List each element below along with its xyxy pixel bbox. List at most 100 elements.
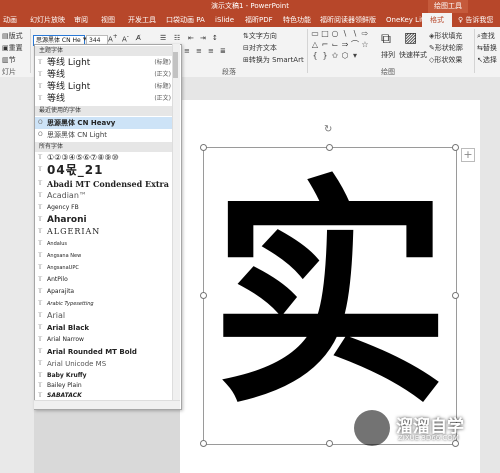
quick-styles-label[interactable]: 快速样式: [399, 50, 427, 60]
clear-format-icon[interactable]: A̸: [136, 34, 141, 42]
increase-indent-icon[interactable]: ⇥: [200, 34, 206, 42]
resize-handle-ml[interactable]: [200, 292, 207, 299]
tab-format[interactable]: 格式: [422, 13, 452, 27]
font-item[interactable]: 𝕋 Abadi MT Condensed Extra Bold: [35, 178, 173, 190]
decrease-indent-icon[interactable]: ⇤: [188, 34, 194, 42]
line-shape-icon[interactable]: \: [341, 30, 349, 38]
increase-font-icon[interactable]: A+: [108, 34, 118, 43]
tab-pocket-animation[interactable]: 口袋动画 PA: [166, 13, 205, 27]
arrow-shape-icon[interactable]: ⇨: [361, 30, 369, 38]
star-shape-icon[interactable]: ☆: [361, 41, 369, 49]
font-item[interactable]: 𝕋 ①②③④⑤⑥⑦⑧⑨⑩: [35, 152, 173, 164]
font-item-highlighted[interactable]: O 思源黑体 CN Heavy: [35, 117, 173, 129]
font-item[interactable]: 𝕋 ALGERIAN: [35, 226, 173, 238]
resize-handle-mr[interactable]: [452, 292, 459, 299]
layout-button[interactable]: ▤版式: [2, 31, 23, 41]
hexagon-shape-icon[interactable]: ⬡: [341, 52, 349, 60]
font-item[interactable]: 𝕋 AngsanaUPC: [35, 262, 173, 274]
font-item[interactable]: 𝕋 Arial Black: [35, 322, 173, 334]
font-item[interactable]: 𝕋 等线 Light (标题): [35, 81, 173, 93]
truetype-icon: 𝕋: [38, 240, 43, 247]
slide-thumbnails-panel[interactable]: [0, 77, 34, 473]
font-item[interactable]: 𝕋 Aparajita: [35, 286, 173, 298]
bullets-icon[interactable]: ☰: [160, 34, 166, 42]
more-shapes-icon[interactable]: ▾: [351, 52, 359, 60]
text-direction-button[interactable]: ⇅文字方向: [243, 31, 277, 41]
resize-handle-bc[interactable]: [326, 440, 333, 447]
tab-animations[interactable]: 动画: [3, 13, 17, 27]
font-item[interactable]: 𝕋 Arial Unicode MS: [35, 358, 173, 370]
align-left-icon[interactable]: ≡: [184, 47, 190, 55]
tab-features[interactable]: 特色功能: [283, 13, 311, 27]
dropdown-scrollbar[interactable]: [172, 44, 180, 408]
tab-view[interactable]: 视图: [101, 13, 115, 27]
find-button[interactable]: ⌕查找: [477, 31, 495, 41]
star2-shape-icon[interactable]: ✩: [331, 52, 339, 60]
font-item[interactable]: 𝕋 Acadian™: [35, 190, 173, 202]
selected-textbox[interactable]: [200, 144, 459, 447]
font-item-name: Angsana New: [47, 253, 82, 259]
replace-button[interactable]: ⇆替换: [477, 43, 497, 53]
font-item[interactable]: 𝕋 Andalus: [35, 238, 173, 250]
dropdown-resize-grip[interactable]: [34, 400, 180, 409]
align-text-button[interactable]: ⊟对齐文本: [243, 43, 277, 53]
font-item[interactable]: 𝕋 Agency FB: [35, 202, 173, 214]
font-item[interactable]: 𝕋 Arial Rounded MT Bold: [35, 346, 173, 358]
rarrow-shape-icon[interactable]: ⇒: [341, 41, 349, 49]
connector-shape-icon[interactable]: ⌐: [321, 41, 329, 49]
curve-shape-icon[interactable]: ⌒: [351, 41, 359, 49]
font-item[interactable]: 𝕋 Angsana New: [35, 250, 173, 262]
resize-handle-tr[interactable]: [452, 144, 459, 151]
font-item[interactable]: 𝕋 AntPilo: [35, 274, 173, 286]
numbering-icon[interactable]: ☷: [174, 34, 180, 42]
tab-slideshow[interactable]: 幻灯片放映: [30, 13, 65, 27]
quick-styles-icon[interactable]: ▨: [404, 30, 417, 46]
convert-smartart-button[interactable]: ⊞转换为 SmartArt: [243, 55, 304, 65]
resize-handle-bl[interactable]: [200, 440, 207, 447]
font-item[interactable]: O 思源黑体 CN Light: [35, 129, 173, 141]
font-item-name: Agency FB: [47, 204, 79, 211]
textbox-shape-icon[interactable]: ▭: [311, 30, 319, 38]
line2-shape-icon[interactable]: \: [351, 30, 359, 38]
tab-foxit-pdf[interactable]: 福昕PDF: [245, 13, 273, 27]
resize-handle-tl[interactable]: [200, 144, 207, 151]
shape-outline-label: 形状轮廓: [434, 44, 463, 52]
decrease-font-icon[interactable]: A-: [122, 34, 129, 43]
resize-handle-tc[interactable]: [326, 144, 333, 151]
tab-foxit-reader[interactable]: 福昕阅读器领鲜版: [320, 13, 376, 27]
font-item[interactable]: 𝕋 Aharoni: [35, 214, 173, 226]
rectangle-shape-icon[interactable]: □: [321, 30, 329, 38]
shape-fill-button[interactable]: ◈形状填充: [429, 31, 462, 41]
shape-effects-button[interactable]: ◇形状效果: [429, 55, 462, 65]
arrange-icon[interactable]: ⧉: [381, 31, 391, 47]
add-layout-plus-icon[interactable]: +: [461, 148, 475, 162]
elbow-shape-icon[interactable]: ⌙: [331, 41, 339, 49]
shape-outline-button[interactable]: ✎形状轮廓: [429, 43, 463, 53]
tell-me-search[interactable]: ♀ 告诉我您: [458, 13, 493, 27]
align-right-icon[interactable]: ≡: [208, 47, 214, 55]
tab-islide[interactable]: iSlide: [215, 13, 234, 27]
arrange-label[interactable]: 排列: [381, 50, 395, 60]
triangle-shape-icon[interactable]: △: [311, 41, 319, 49]
dropdown-scrollbar-thumb[interactable]: [173, 52, 178, 78]
font-item[interactable]: 𝕋 等线 (正文): [35, 93, 173, 105]
align-center-icon[interactable]: ≡: [196, 47, 202, 55]
oval-shape-icon[interactable]: ○: [331, 30, 339, 38]
font-item[interactable]: 𝕋 Arial: [35, 310, 173, 322]
rotate-handle-icon[interactable]: ↻: [324, 125, 334, 135]
select-button[interactable]: ↖选择: [477, 55, 497, 65]
reset-button[interactable]: ▣重置: [2, 43, 23, 53]
brace2-shape-icon[interactable]: }: [321, 52, 329, 60]
section-button[interactable]: ▥节: [2, 55, 16, 65]
font-item[interactable]: 𝕋 Arabic Typesetting: [35, 298, 173, 310]
font-item[interactable]: 𝕋 等线 Light (标题): [35, 57, 173, 69]
font-item[interactable]: 𝕋 Arial Narrow: [35, 334, 173, 346]
brace-shape-icon[interactable]: {: [311, 52, 319, 60]
justify-icon[interactable]: ≣: [220, 47, 226, 55]
tab-developer[interactable]: 开发工具: [128, 13, 156, 27]
font-dropdown-list[interactable]: 主题字体 𝕋 等线 Light (标题) 𝕋 等线 (正文) 𝕋 等线 Light (标题)…: [34, 44, 182, 410]
line-spacing-icon[interactable]: ↕: [212, 34, 218, 42]
font-item[interactable]: 𝕋 等线 (正文): [35, 69, 173, 81]
tab-review[interactable]: 审阅: [74, 13, 88, 27]
font-item[interactable]: 𝕋 04몫_21: [35, 164, 173, 178]
